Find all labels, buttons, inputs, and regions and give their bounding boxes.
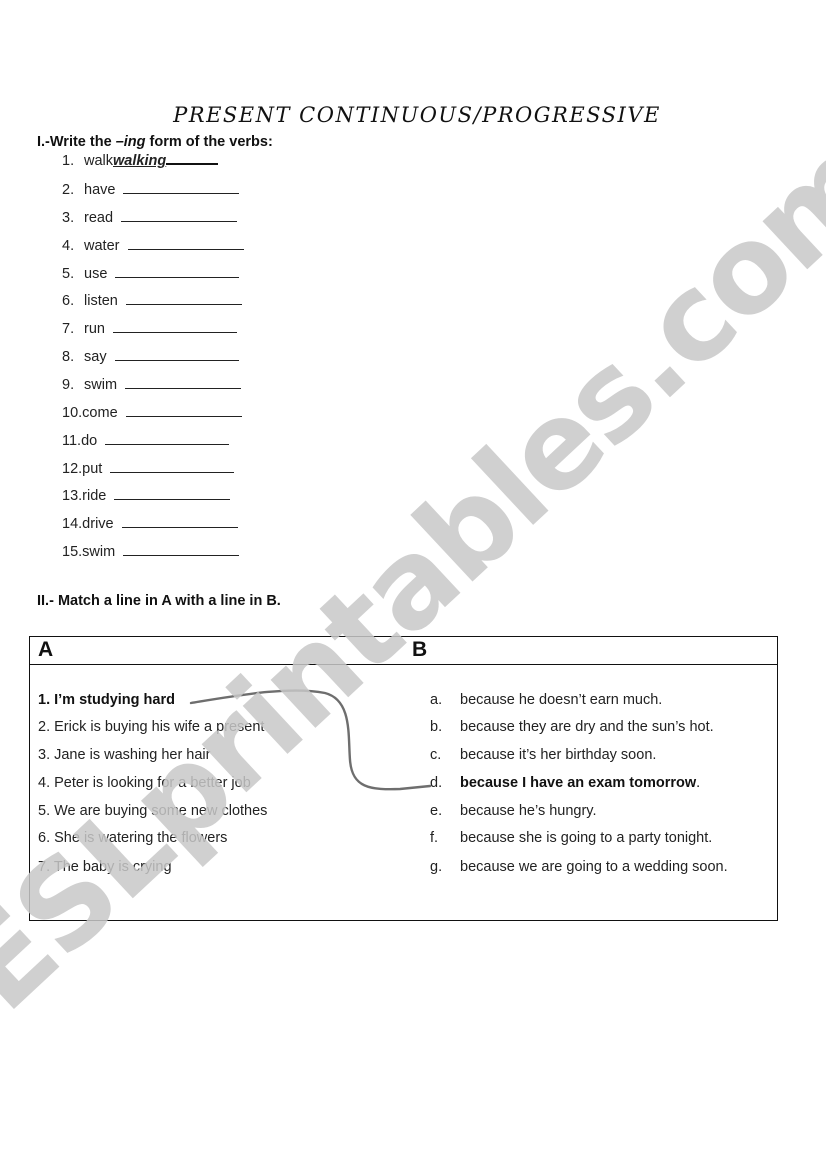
verb-number: 2. <box>62 182 75 198</box>
worksheet-title: PRESENT CONTINUOUS/PROGRESSIVE <box>173 103 661 127</box>
column-b-text-tail: . <box>696 775 701 791</box>
verb-word: listen <box>84 293 122 309</box>
verb-word: do <box>81 433 102 449</box>
matching-table: A B 1. I’m studying hard 2. Erick is buy… <box>29 636 778 921</box>
answer-blank[interactable] <box>125 290 242 305</box>
answer-blank[interactable] <box>113 318 237 333</box>
section-1-heading-suffix: form of the verbs: <box>145 134 273 150</box>
column-b-header: B <box>412 638 428 661</box>
column-a-item[interactable]: 3. Jane is washing her hair <box>38 747 211 763</box>
verb-number: 15. <box>62 544 83 560</box>
column-b-letter: c. <box>430 747 442 763</box>
section-1-heading-italic: –ing <box>115 134 146 150</box>
column-b-letter: f. <box>430 830 439 846</box>
answer-blank[interactable] <box>125 374 242 389</box>
verb-number: 12. <box>62 461 83 477</box>
verb-word: read <box>84 210 118 226</box>
answer-blank[interactable] <box>125 402 242 417</box>
answer-blank[interactable] <box>114 346 239 361</box>
verb-item: 11.do <box>62 430 230 450</box>
verb-word: swim <box>84 377 122 393</box>
verb-word: swim <box>82 544 120 560</box>
column-a-item[interactable]: 2. Erick is buying his wife a present <box>38 719 264 735</box>
verb-number: 6. <box>62 293 75 309</box>
section-1-heading: I.-Write the –ing form of the verbs: <box>37 134 273 150</box>
column-b-letter: g. <box>430 859 443 875</box>
column-a-item[interactable]: 6. She is watering the flowers <box>38 830 227 846</box>
verb-item: 13.ride <box>62 485 231 505</box>
column-b-letter: e. <box>430 803 443 819</box>
verb-word: have <box>84 182 120 198</box>
verb-number: 14. <box>62 516 83 532</box>
verb-word: drive <box>82 516 118 532</box>
column-b-text: because they are dry and the sun’s hot. <box>460 719 714 735</box>
verb-number: 1. <box>62 153 75 169</box>
answer-blank[interactable] <box>123 179 240 194</box>
answer-blank[interactable] <box>121 207 238 222</box>
verb-number: 13. <box>62 488 83 504</box>
verb-item: 8. say <box>62 346 239 366</box>
column-a-item[interactable]: 1. I’m studying hard <box>38 692 175 708</box>
verb-word: water <box>84 238 124 254</box>
answer-blank[interactable] <box>105 430 230 445</box>
table-header-row: A B <box>30 637 777 665</box>
column-b-text: because she is going to a party tonight. <box>460 830 713 846</box>
verb-word: come <box>82 405 122 421</box>
verb-item: 12.put <box>62 458 235 478</box>
answer-blank[interactable] <box>127 235 244 250</box>
column-a-item[interactable]: 7. The baby is crying <box>38 859 172 875</box>
column-b-text: because I have an exam tomorrow. <box>460 775 700 791</box>
verb-word: walk <box>84 153 114 169</box>
column-a-header: A <box>38 638 54 661</box>
column-b-letter: d. <box>430 775 443 791</box>
verb-word: put <box>82 461 107 477</box>
verb-number: 7. <box>62 321 75 337</box>
verb-number: 8. <box>62 349 75 365</box>
answer-blank[interactable] <box>110 458 235 473</box>
column-a-item[interactable]: 5. We are buying some new clothes <box>38 803 267 819</box>
section-1-heading-prefix: I.-Write the <box>37 134 116 150</box>
verb-number: 11. <box>62 433 82 449</box>
verb-word: say <box>84 349 111 365</box>
verb-number: 4. <box>62 238 75 254</box>
verb-number: 3. <box>62 210 75 226</box>
verb-item: 15.swim <box>62 541 240 561</box>
verb-number: 5. <box>62 266 75 282</box>
column-a-item[interactable]: 4. Peter is looking for a better job <box>38 775 251 791</box>
verb-item: 7. run <box>62 318 237 338</box>
column-b-text: because he doesn’t earn much. <box>460 692 663 708</box>
column-b-text: because we are going to a wedding soon. <box>460 859 728 875</box>
verb-item: 3. read <box>62 207 238 227</box>
verb-item: 4. water <box>62 235 244 255</box>
column-b-text-bold: because I have an exam tomorrow <box>460 775 697 791</box>
verb-number: 9. <box>62 377 75 393</box>
answer-blank[interactable] <box>114 485 231 500</box>
answer-blank[interactable] <box>121 513 238 528</box>
verb-number: 10. <box>62 405 83 421</box>
verb-word: run <box>84 321 109 337</box>
example-match-connector <box>189 689 432 791</box>
column-b-letter: b. <box>430 719 443 735</box>
answer-blank[interactable] <box>166 150 219 165</box>
verb-word: ride <box>82 488 111 504</box>
answer-blank[interactable] <box>115 263 240 278</box>
verb-item: 14.drive <box>62 513 238 533</box>
column-b-text: because he’s hungry. <box>460 803 597 819</box>
verb-item: 10.come <box>62 402 242 422</box>
verb-item: 9. swim <box>62 374 242 394</box>
verb-word: use <box>84 266 112 282</box>
verb-item: 2. have <box>62 179 240 199</box>
verb-item: 5. use <box>62 263 240 283</box>
verb-item: 6. listen <box>62 290 242 310</box>
column-b-letter: a. <box>430 692 443 708</box>
column-b-text: because it’s her birthday soon. <box>460 747 657 763</box>
answer-blank[interactable] <box>123 541 240 556</box>
answer-field[interactable]: walking <box>113 151 166 171</box>
verb-item: 1. walkwalking <box>62 150 219 171</box>
section-2-heading: II.- Match a line in A with a line in B. <box>37 593 281 609</box>
